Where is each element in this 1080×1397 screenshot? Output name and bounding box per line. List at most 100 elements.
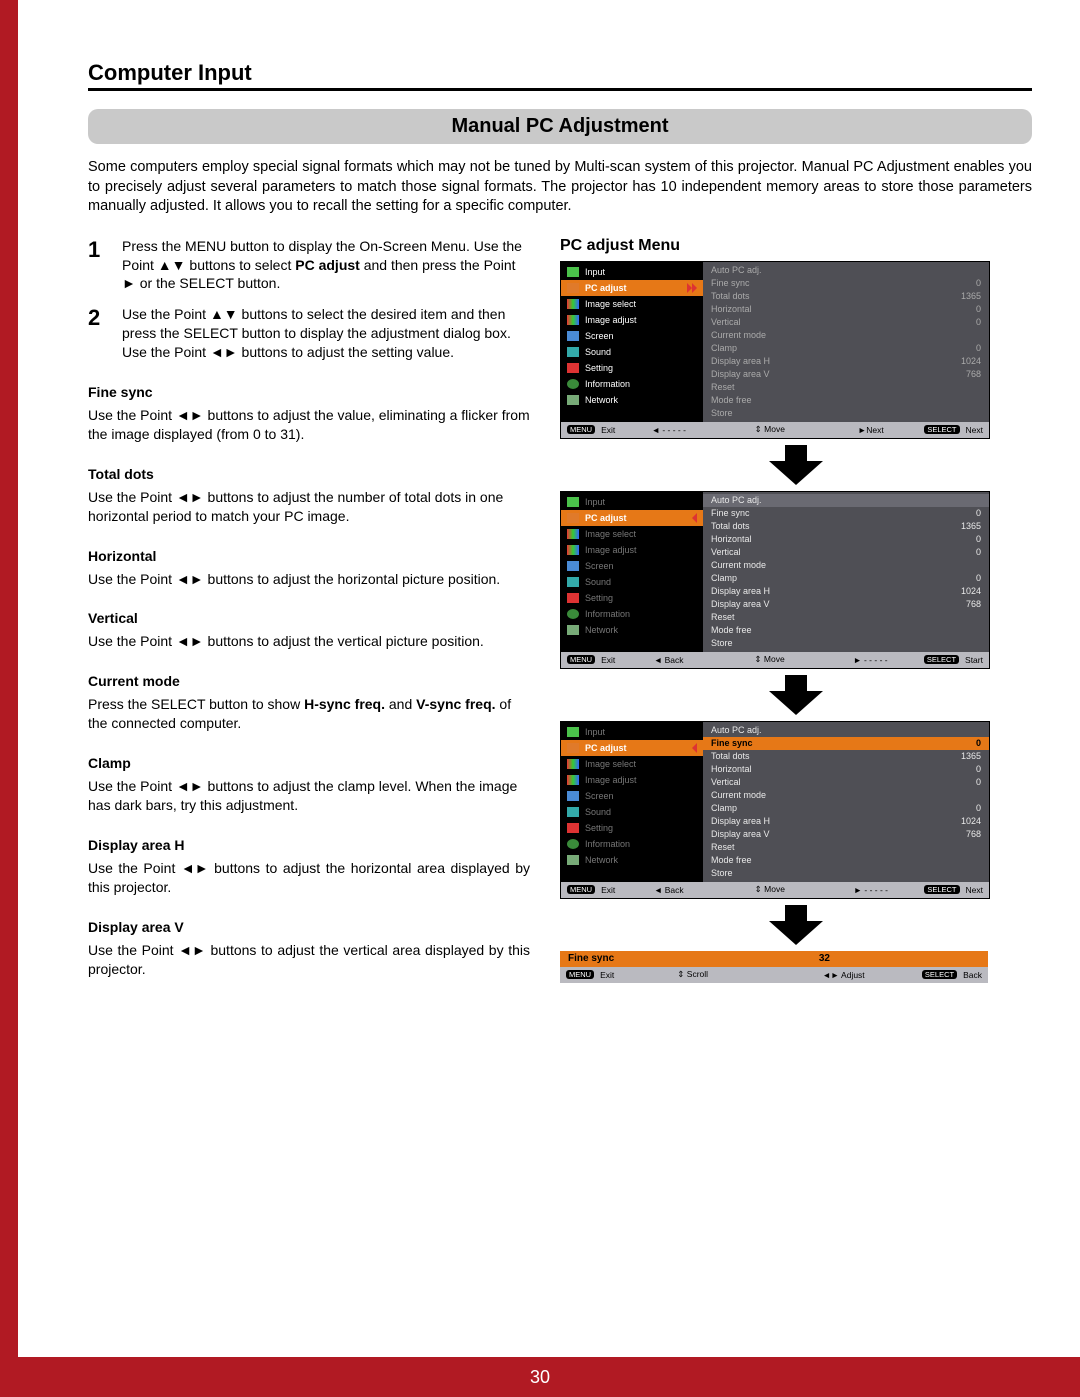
osd-item-label: Clamp — [711, 343, 737, 353]
sidebar-item-pc-adjust[interactable]: PC adjust — [561, 510, 703, 526]
osd-item-display-area-v[interactable]: Display area V768 — [711, 828, 981, 841]
osd-item-store[interactable]: Store — [711, 867, 981, 880]
osd-item-store[interactable]: Store — [711, 407, 981, 420]
osd-item-clamp[interactable]: Clamp0 — [711, 802, 981, 815]
osd-item-vertical[interactable]: Vertical0 — [711, 776, 981, 789]
osd-item-label: Auto PC adj. — [711, 725, 762, 735]
osd-item-reset[interactable]: Reset — [711, 381, 981, 394]
fine-sync-slider: Fine sync 32 MENU Exit ⇕ Scroll ◄► Adjus… — [560, 951, 988, 983]
menu-icon — [567, 609, 579, 619]
osd-item-value: 1365 — [961, 521, 981, 531]
section-title: Computer Input — [88, 60, 1032, 91]
sidebar-item-image-select[interactable]: Image select — [561, 296, 703, 312]
sidebar-item-image-adjust[interactable]: Image adjust — [561, 772, 703, 788]
osd-item-vertical[interactable]: Vertical0 — [711, 316, 981, 329]
menu-label: Screen — [585, 561, 614, 571]
osd-item-auto-pc-adj.[interactable]: Auto PC adj. — [711, 724, 981, 737]
sidebar-item-image-adjust[interactable]: Image adjust — [561, 312, 703, 328]
osd-item-fine-sync[interactable]: Fine sync0 — [711, 277, 981, 290]
sidebar-item-setting[interactable]: Setting — [561, 590, 703, 606]
osd-item-auto-pc-adj.[interactable]: Auto PC adj. — [711, 264, 981, 277]
osd-item-label: Auto PC adj. — [711, 265, 762, 275]
sidebar-item-image-select[interactable]: Image select — [561, 756, 703, 772]
osd-item-mode-free[interactable]: Mode free — [711, 394, 981, 407]
osd-item-total-dots[interactable]: Total dots1365 — [711, 290, 981, 303]
sidebar-item-network[interactable]: Network — [561, 392, 703, 408]
osd-item-fine-sync[interactable]: Fine sync0 — [703, 737, 989, 750]
step-2: 2 Use the Point ▲▼ buttons to select the… — [88, 305, 530, 362]
sidebar-item-image-select[interactable]: Image select — [561, 526, 703, 542]
osd-item-current-mode[interactable]: Current mode — [711, 789, 981, 802]
osd-item-label: Reset — [711, 842, 735, 852]
menu-icon — [567, 807, 579, 817]
osd-item-mode-free[interactable]: Mode free — [711, 854, 981, 867]
menu-icon — [567, 727, 579, 737]
osd-item-label: Current mode — [711, 330, 766, 340]
menu-icon — [567, 561, 579, 571]
sidebar-item-setting[interactable]: Setting — [561, 360, 703, 376]
exit-label: Exit — [601, 885, 615, 895]
sidebar-item-input[interactable]: Input — [561, 494, 703, 510]
menu-icon — [567, 267, 579, 277]
osd-item-total-dots[interactable]: Total dots 1365 — [711, 520, 981, 533]
sidebar-item-sound[interactable]: Sound — [561, 574, 703, 590]
menu-label: Network — [585, 625, 618, 635]
osd-item-display-area-h[interactable]: Display area H1024 — [711, 815, 981, 828]
osd-item-fine-sync[interactable]: Fine sync0 — [711, 507, 981, 520]
param-text: Use the Point ◄► buttons to adjust the n… — [88, 488, 530, 526]
osd-item-label: Mode free — [711, 625, 752, 635]
sidebar-item-screen[interactable]: Screen — [561, 558, 703, 574]
osd-item-value: 1024 — [961, 586, 981, 596]
menu-label: Screen — [585, 331, 614, 341]
sidebar-item-setting[interactable]: Setting — [561, 820, 703, 836]
param-title: Fine sync — [88, 384, 530, 400]
sidebar-item-pc-adjust[interactable]: PC adjust — [561, 740, 703, 756]
menu-icon — [567, 625, 579, 635]
osd-item-mode-free[interactable]: Mode free — [711, 624, 981, 637]
sidebar-item-sound[interactable]: Sound — [561, 804, 703, 820]
osd-item-auto-pc-adj.[interactable]: Auto PC adj. — [703, 494, 989, 507]
osd-item-vertical[interactable]: Vertical0 — [711, 546, 981, 559]
sidebar-item-input[interactable]: Input — [561, 724, 703, 740]
osd-item-total-dots[interactable]: Total dots1365 — [711, 750, 981, 763]
menu-icon — [567, 775, 579, 785]
sidebar-item-pc-adjust[interactable]: PC adjust — [561, 280, 703, 296]
osd-item-clamp[interactable]: Clamp0 — [711, 572, 981, 585]
sidebar-item-screen[interactable]: Screen — [561, 328, 703, 344]
osd-item-current-mode[interactable]: Current mode — [711, 329, 981, 342]
osd-item-store[interactable]: Store — [711, 637, 981, 650]
foot-seg: ⇕ Scroll — [620, 969, 765, 980]
menu-icon — [567, 347, 579, 357]
osd-item-reset[interactable]: Reset — [711, 841, 981, 854]
osd-item-display-area-h[interactable]: Display area H1024 — [711, 355, 981, 368]
menu-icon — [567, 577, 579, 587]
slider-value: 32 — [819, 953, 830, 964]
menu-label: PC adjust — [585, 513, 627, 523]
osd-item-horizontal[interactable]: Horizontal0 — [711, 303, 981, 316]
osd-item-display-area-h[interactable]: Display area H1024 — [711, 585, 981, 598]
sidebar-item-screen[interactable]: Screen — [561, 788, 703, 804]
osd-item-current-mode[interactable]: Current mode — [711, 559, 981, 572]
sidebar-item-information[interactable]: Information — [561, 836, 703, 852]
sidebar-item-information[interactable]: Information — [561, 606, 703, 622]
osd-menu-3: InputPC adjustImage selectImage adjustSc… — [560, 721, 990, 899]
sidebar-item-input[interactable]: Input — [561, 264, 703, 280]
osd-item-label: Total dots — [711, 521, 750, 531]
down-arrow-icon — [769, 675, 823, 715]
osd-item-label: Fine sync — [711, 278, 750, 288]
osd-item-reset[interactable]: Reset — [711, 611, 981, 624]
sidebar-item-network[interactable]: Network — [561, 852, 703, 868]
sidebar-item-information[interactable]: Information — [561, 376, 703, 392]
step-1: 1 Press the MENU button to display the O… — [88, 237, 530, 294]
sidebar-item-sound[interactable]: Sound — [561, 344, 703, 360]
osd-item-clamp[interactable]: Clamp0 — [711, 342, 981, 355]
osd-item-horizontal[interactable]: Horizontal0 — [711, 533, 981, 546]
sidebar-item-network[interactable]: Network — [561, 622, 703, 638]
osd-item-horizontal[interactable]: Horizontal0 — [711, 763, 981, 776]
osd-item-value: 768 — [966, 829, 981, 839]
osd-item-display-area-v[interactable]: Display area V768 — [711, 598, 981, 611]
param-text: Use the Point ◄► buttons to adjust the h… — [88, 570, 530, 589]
osd-item-display-area-v[interactable]: Display area V768 — [711, 368, 981, 381]
sidebar-item-image-adjust[interactable]: Image adjust — [561, 542, 703, 558]
exit-label: Exit — [601, 425, 615, 435]
